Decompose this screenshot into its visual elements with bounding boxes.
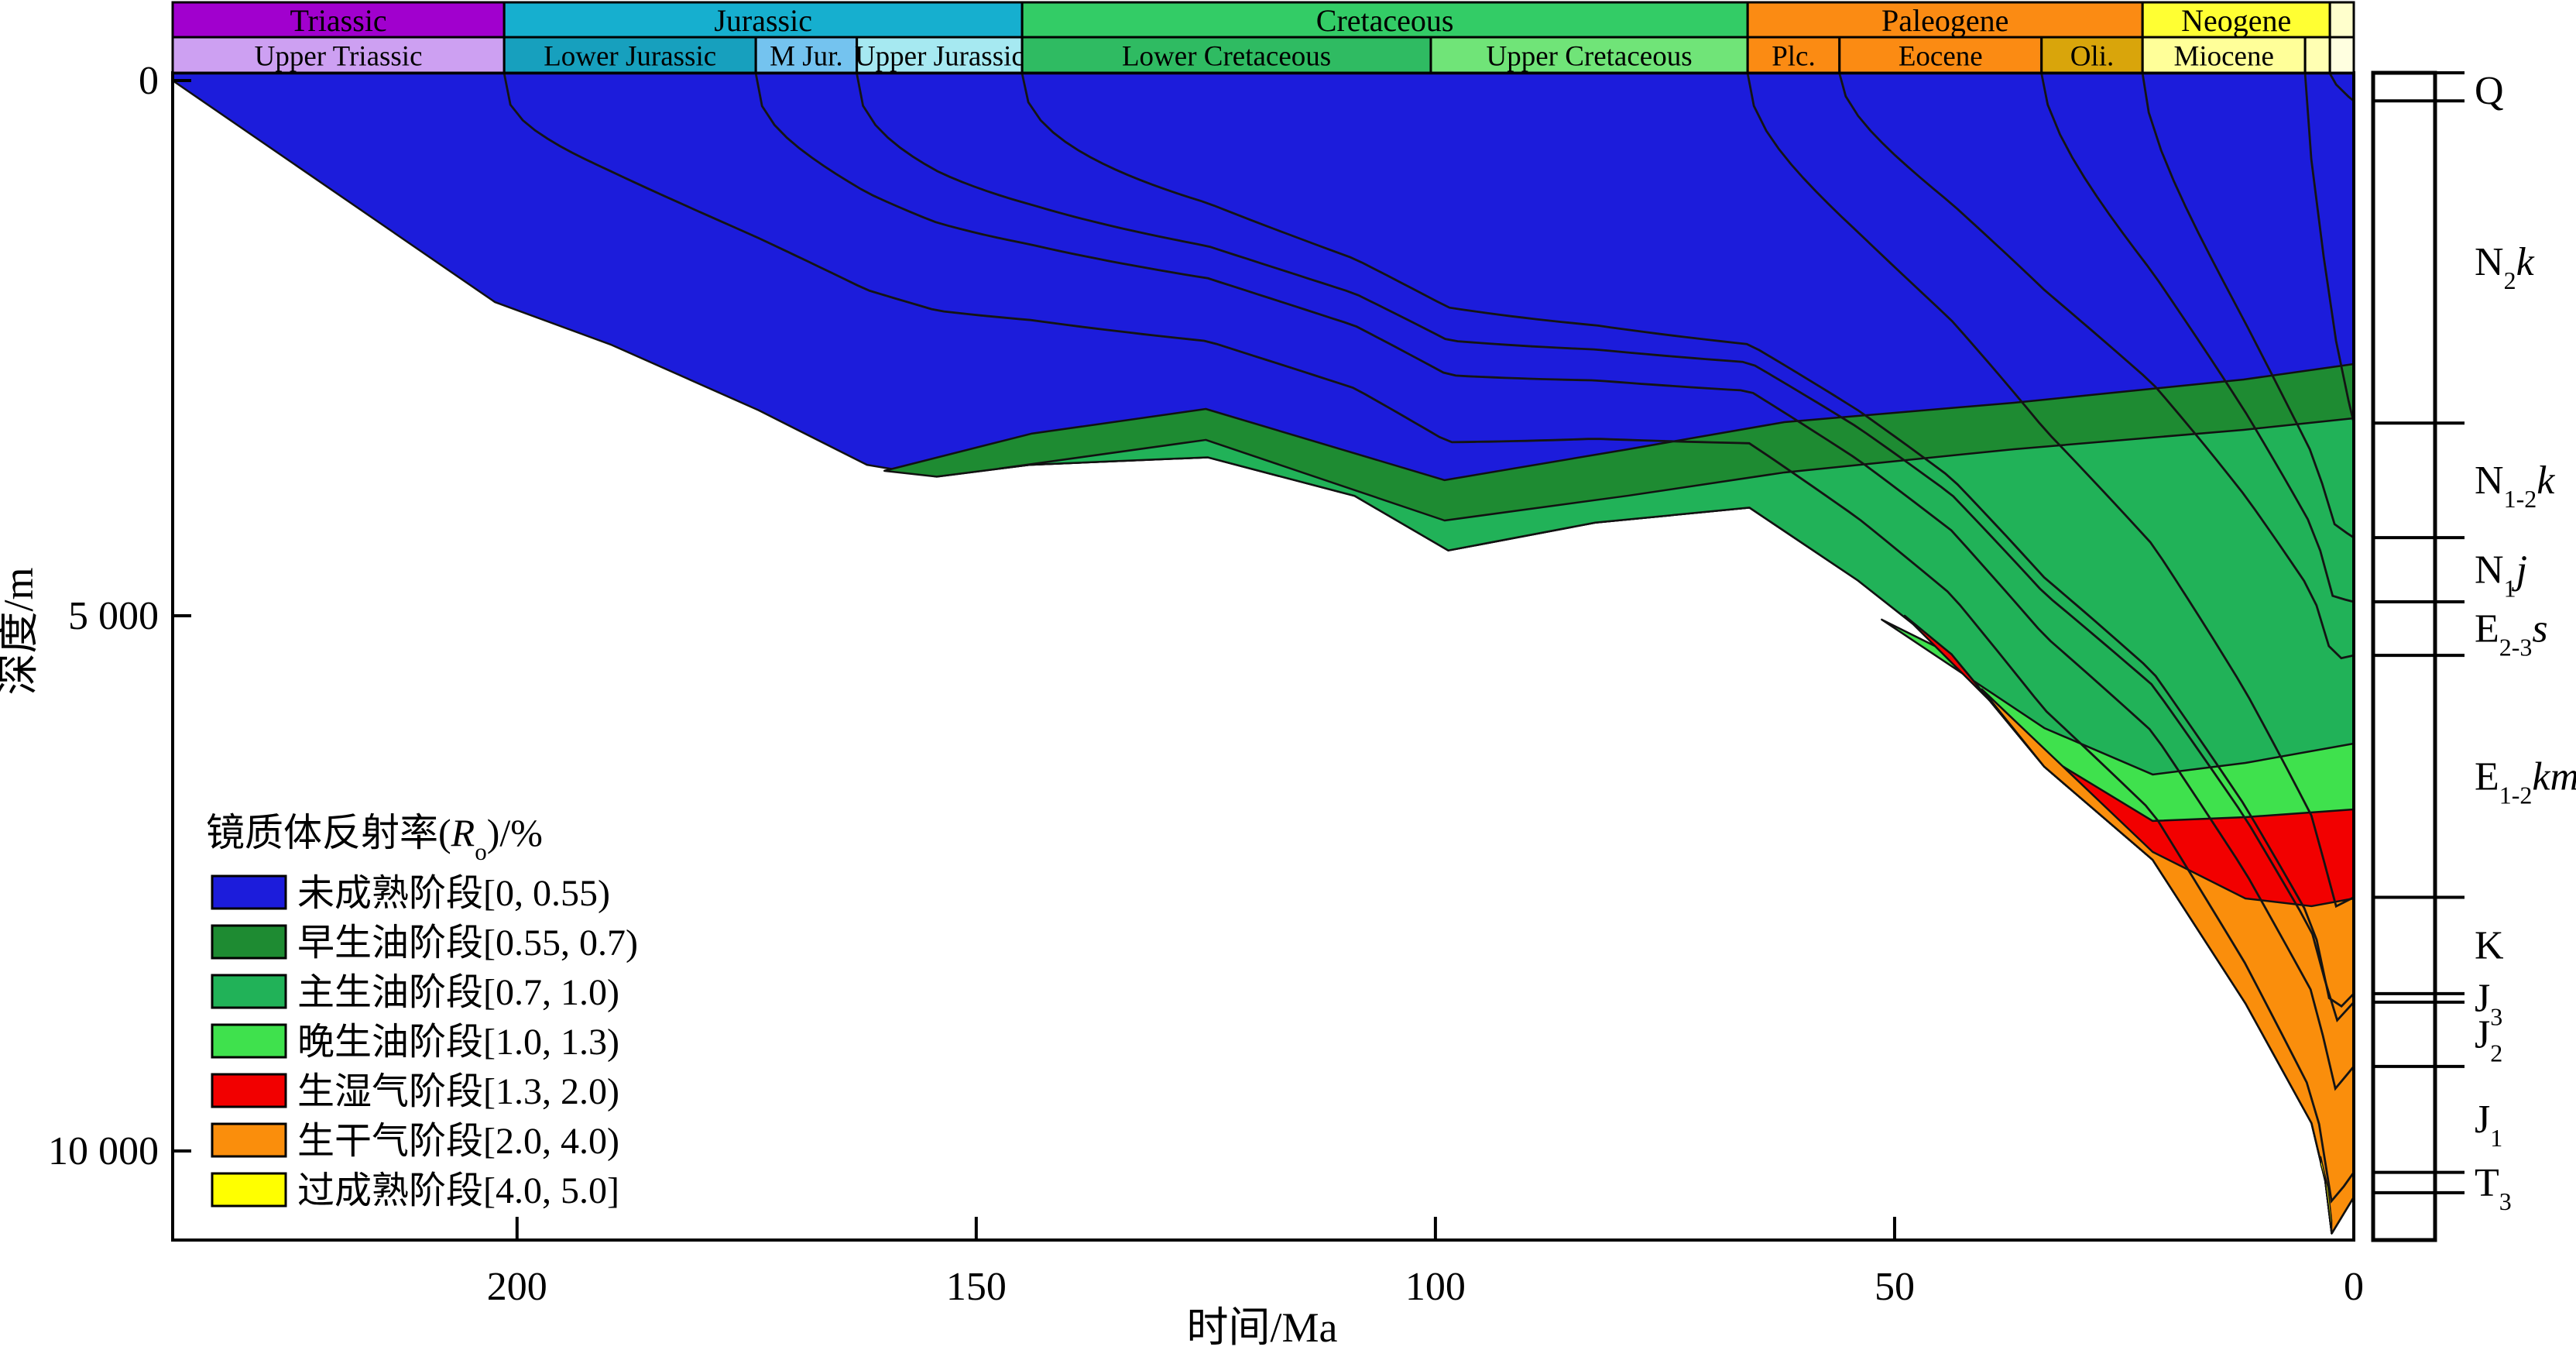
legend-label-overmature: 过成熟阶段[4.0, 5.0] (297, 1170, 619, 1211)
strat-label-J1: J1 (2475, 1098, 2502, 1152)
legend-label-main-oil: 主生油阶段[0.7, 1.0) (297, 972, 619, 1013)
strat-label-Q: Q (2475, 69, 2504, 113)
legend-label-late-oil: 晚生油阶段[1.0, 1.3) (297, 1022, 619, 1063)
legend-label-wet-gas: 生湿气阶段[1.3, 2.0) (297, 1071, 619, 1112)
strat-label-N2k: N2k (2475, 240, 2535, 294)
legend-swatch-early-oil (212, 926, 286, 958)
period-label-jurassic: Jurassic (714, 3, 812, 38)
epoch-quaternary-2 (2330, 37, 2354, 73)
legend-label-dry-gas: 生干气阶段[2.0, 4.0) (297, 1121, 619, 1162)
burial-history-figure: 200 150 100 50 0 0 5 000 10 000 时间/Ma 深度/m Triassi… (0, 0, 2576, 1357)
y-tick-label-10000: 10 000 (48, 1129, 159, 1173)
epoch-label-miocene: Miocene (2173, 40, 2273, 72)
epoch-label-lower-jurassic: Lower Jurassic (544, 40, 716, 72)
legend-swatch-wet-gas (212, 1074, 286, 1107)
strat-label-N1j: N1j (2475, 548, 2527, 603)
period-label-cretaceous: Cretaceous (1316, 3, 1454, 38)
x-tick-label-150: 150 (946, 1265, 1007, 1309)
strat-label-T3: T3 (2475, 1161, 2512, 1215)
period-quaternary (2330, 2, 2354, 37)
legend-swatch-overmature (212, 1173, 286, 1206)
y-tick-label-5000: 5 000 (68, 594, 159, 638)
x-tick-label-0: 0 (2344, 1265, 2364, 1309)
epoch-label-upper-triassic: Upper Triassic (255, 40, 423, 72)
epoch-label-lower-cretaceous: Lower Cretaceous (1122, 40, 1331, 72)
period-label-triassic: Triassic (290, 3, 386, 38)
x-tick-label-50: 50 (1875, 1265, 1915, 1309)
epoch-label-middle-jurassic: M Jur. (770, 40, 843, 72)
strat-label-K: K (2475, 924, 2504, 968)
legend-swatch-main-oil (212, 975, 286, 1008)
y-axis-title: 深度/m (0, 567, 42, 695)
strat-label-N12k: N1-2k (2475, 459, 2555, 513)
legend-swatch-dry-gas (212, 1124, 286, 1156)
strat-label-E23s: E2-3s (2475, 607, 2548, 661)
x-axis-title: 时间/Ma (1187, 1304, 1338, 1351)
epoch-label-oligocene: Oli. (2070, 40, 2115, 72)
strat-label-E12km: E1-2km (2475, 754, 2576, 809)
epoch-label-upper-jurassic: Upper Jurassic (855, 40, 1024, 72)
chart-canvas: 200 150 100 50 0 0 5 000 10 000 时间/Ma 深度/m Triassi… (0, 0, 2576, 1357)
epoch-pliocene (2305, 37, 2330, 73)
legend-label-early-oil: 早生油阶段[0.55, 0.7) (297, 922, 638, 964)
legend-swatch-late-oil (212, 1025, 286, 1057)
y-tick-label-0: 0 (139, 59, 159, 103)
epoch-label-eocene: Eocene (1899, 40, 1983, 72)
period-label-paleogene: Paleogene (1881, 3, 2008, 38)
period-label-neogene: Neogene (2181, 3, 2291, 38)
legend-label-immature: 未成熟阶段[0, 0.55) (297, 873, 610, 914)
epoch-label-upper-cretaceous: Upper Cretaceous (1487, 40, 1693, 72)
x-tick-label-200: 200 (487, 1265, 547, 1309)
legend-title: 镜质体反射率(Ro)/% (206, 811, 543, 865)
legend-swatch-immature (212, 876, 286, 909)
epoch-label-paleocene: Plc. (1772, 40, 1816, 72)
x-tick-label-100: 100 (1405, 1265, 1466, 1309)
